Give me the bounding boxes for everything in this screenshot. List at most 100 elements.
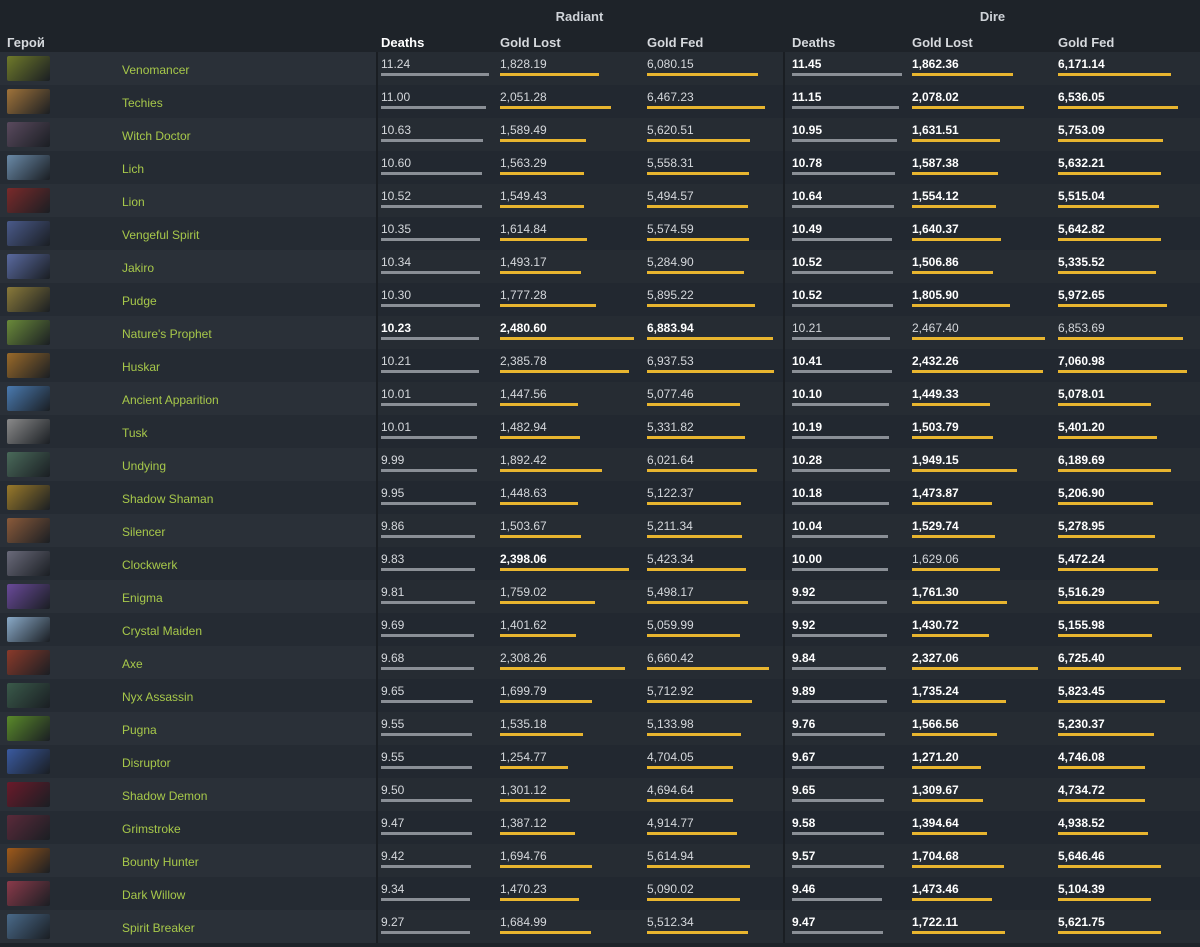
- table-row[interactable]: Disruptor 9.55 1,254.77 4,704.05 9.67 1,271.2…: [0, 745, 1200, 778]
- hero-name-link[interactable]: Dark Willow: [122, 877, 185, 910]
- table-row[interactable]: Axe 9.68 2,308.26 6,660.42 9.84 2,327.06 6,725…: [0, 646, 1200, 679]
- spirit-breaker-portrait[interactable]: [7, 914, 50, 939]
- table-row[interactable]: Witch Doctor 10.63 1,589.49 5,620.51 10.95 1,…: [0, 118, 1200, 151]
- ancient-apparition-portrait[interactable]: [7, 386, 50, 411]
- hero-name-link[interactable]: Nature's Prophet: [122, 316, 212, 349]
- dire-gold-lost-value: 2,327.06: [912, 651, 959, 665]
- disruptor-portrait[interactable]: [7, 749, 50, 774]
- table-row[interactable]: Shadow Demon 9.50 1,301.12 4,694.64 9.65 1,30…: [0, 778, 1200, 811]
- vengeful-spirit-portrait[interactable]: [7, 221, 50, 246]
- table-row[interactable]: Venomancer 11.24 1,828.19 6,080.15 11.45 1,86…: [0, 52, 1200, 85]
- hero-name-link[interactable]: Shadow Demon: [122, 778, 207, 811]
- shadow-demon-portrait[interactable]: [7, 782, 50, 807]
- pudge-portrait[interactable]: [7, 287, 50, 312]
- hero-name-link[interactable]: Vengeful Spirit: [122, 217, 199, 250]
- radiant-deaths-header[interactable]: Deaths: [381, 34, 424, 52]
- hero-name-link[interactable]: Pugna: [122, 712, 157, 745]
- dark-willow-portrait[interactable]: [7, 881, 50, 906]
- table-row[interactable]: Undying 9.99 1,892.42 6,021.64 10.28 1,949.15…: [0, 448, 1200, 481]
- hero-name-link[interactable]: Axe: [122, 646, 143, 679]
- clockwerk-portrait[interactable]: [7, 551, 50, 576]
- hero-name-link[interactable]: Nyx Assassin: [122, 679, 193, 712]
- pugna-portrait[interactable]: [7, 716, 50, 741]
- table-row[interactable]: Shadow Shaman 9.95 1,448.63 5,122.37 10.18 1,…: [0, 481, 1200, 514]
- radiant-deaths-cell: 10.01: [381, 415, 491, 448]
- tusk-portrait[interactable]: [7, 419, 50, 444]
- hero-name-link[interactable]: Undying: [122, 448, 166, 481]
- hero-name-link[interactable]: Tusk: [122, 415, 148, 448]
- dire-gold-lost-cell: 2,432.26: [912, 349, 1047, 382]
- table-row[interactable]: Lich 10.60 1,563.29 5,558.31 10.78 1,587.38 5,…: [0, 151, 1200, 184]
- natures-prophet-portrait[interactable]: [7, 320, 50, 345]
- crystal-maiden-portrait[interactable]: [7, 617, 50, 642]
- undying-portrait[interactable]: [7, 452, 50, 477]
- table-row[interactable]: Lion 10.52 1,549.43 5,494.57 10.64 1,554.12 5,…: [0, 184, 1200, 217]
- radiant-deaths-bar: [381, 205, 482, 208]
- hero-name-link[interactable]: Venomancer: [122, 52, 189, 85]
- hero-name-link[interactable]: Enigma: [122, 580, 163, 613]
- hero-name-link[interactable]: Ancient Apparition: [122, 382, 219, 415]
- radiant-gold-lost-header[interactable]: Gold Lost: [500, 34, 561, 52]
- column-divider: [783, 910, 785, 943]
- lion-portrait[interactable]: [7, 188, 50, 213]
- hero-name-link[interactable]: Techies: [122, 85, 163, 118]
- hero-name-link[interactable]: Clockwerk: [122, 547, 177, 580]
- table-row[interactable]: Bounty Hunter 9.42 1,694.76 5,614.94 9.57 1,7…: [0, 844, 1200, 877]
- lich-portrait[interactable]: [7, 155, 50, 180]
- huskar-portrait[interactable]: [7, 353, 50, 378]
- dire-gold-fed-value: 5,632.21: [1058, 156, 1105, 170]
- table-row[interactable]: Grimstroke 9.47 1,387.12 4,914.77 9.58 1,394.…: [0, 811, 1200, 844]
- hero-name-link[interactable]: Spirit Breaker: [122, 910, 195, 943]
- table-row[interactable]: Pugna 9.55 1,535.18 5,133.98 9.76 1,566.56 5,2…: [0, 712, 1200, 745]
- hero-column-header[interactable]: Герой: [7, 34, 45, 52]
- radiant-gold-fed-header[interactable]: Gold Fed: [647, 34, 703, 52]
- hero-name-link[interactable]: Crystal Maiden: [122, 613, 202, 646]
- silencer-portrait[interactable]: [7, 518, 50, 543]
- table-row[interactable]: Silencer 9.86 1,503.67 5,211.34 10.04 1,529.7…: [0, 514, 1200, 547]
- dire-gold-lost-value: 1,394.64: [912, 816, 959, 830]
- table-row[interactable]: Clockwerk 9.83 2,398.06 5,423.34 10.00 1,629.…: [0, 547, 1200, 580]
- hero-name-link[interactable]: Bounty Hunter: [122, 844, 199, 877]
- table-row[interactable]: Pudge 10.30 1,777.28 5,895.22 10.52 1,805.90 5…: [0, 283, 1200, 316]
- grimstroke-portrait[interactable]: [7, 815, 50, 840]
- table-row[interactable]: Enigma 9.81 1,759.02 5,498.17 9.92 1,761.30 5,…: [0, 580, 1200, 613]
- dire-deaths-header[interactable]: Deaths: [792, 34, 835, 52]
- radiant-gold-lost-bar: [500, 139, 586, 142]
- radiant-gold-lost-cell: 1,401.62: [500, 613, 635, 646]
- techies-portrait[interactable]: [7, 89, 50, 114]
- table-row[interactable]: Nyx Assassin 9.65 1,699.79 5,712.92 9.89 1,73…: [0, 679, 1200, 712]
- dire-gold-fed-header[interactable]: Gold Fed: [1058, 34, 1114, 52]
- bounty-hunter-portrait[interactable]: [7, 848, 50, 873]
- dire-gold-lost-header[interactable]: Gold Lost: [912, 34, 973, 52]
- table-row[interactable]: Tusk 10.01 1,482.94 5,331.82 10.19 1,503.79 5,…: [0, 415, 1200, 448]
- hero-name-link[interactable]: Huskar: [122, 349, 160, 382]
- hero-name-link[interactable]: Witch Doctor: [122, 118, 191, 151]
- table-row[interactable]: Ancient Apparition 10.01 1,447.56 5,077.46 1…: [0, 382, 1200, 415]
- enigma-portrait[interactable]: [7, 584, 50, 609]
- table-row[interactable]: Jakiro 10.34 1,493.17 5,284.90 10.52 1,506.86…: [0, 250, 1200, 283]
- jakiro-portrait[interactable]: [7, 254, 50, 279]
- hero-name-link[interactable]: Grimstroke: [122, 811, 181, 844]
- witch-doctor-portrait[interactable]: [7, 122, 50, 147]
- hero-name-link[interactable]: Lion: [122, 184, 145, 217]
- dire-gold-lost-cell: 1,554.12: [912, 184, 1047, 217]
- hero-name-link[interactable]: Lich: [122, 151, 144, 184]
- hero-name-link[interactable]: Disruptor: [122, 745, 171, 778]
- table-row[interactable]: Huskar 10.21 2,385.78 6,937.53 10.41 2,432.26…: [0, 349, 1200, 382]
- hero-name-link[interactable]: Jakiro: [122, 250, 154, 283]
- table-row[interactable]: Techies 11.00 2,051.28 6,467.23 11.15 2,078.0…: [0, 85, 1200, 118]
- axe-portrait[interactable]: [7, 650, 50, 675]
- hero-name-link[interactable]: Shadow Shaman: [122, 481, 213, 514]
- radiant-deaths-bar: [381, 469, 477, 472]
- nyx-assassin-portrait[interactable]: [7, 683, 50, 708]
- hero-name-link[interactable]: Silencer: [122, 514, 165, 547]
- hero-name-link[interactable]: Pudge: [122, 283, 157, 316]
- table-row[interactable]: Nature's Prophet 10.23 2,480.60 6,883.94 10.…: [0, 316, 1200, 349]
- venomancer-portrait[interactable]: [7, 56, 50, 81]
- table-row[interactable]: Spirit Breaker 9.27 1,684.99 5,512.34 9.47 1,…: [0, 910, 1200, 943]
- table-row[interactable]: Crystal Maiden 9.69 1,401.62 5,059.99 9.92 1,…: [0, 613, 1200, 646]
- table-row[interactable]: Vengeful Spirit 10.35 1,614.84 5,574.59 10.4…: [0, 217, 1200, 250]
- radiant-gold-lost-value: 1,535.18: [500, 717, 547, 731]
- table-row[interactable]: Dark Willow 9.34 1,470.23 5,090.02 9.46 1,473…: [0, 877, 1200, 910]
- shadow-shaman-portrait[interactable]: [7, 485, 50, 510]
